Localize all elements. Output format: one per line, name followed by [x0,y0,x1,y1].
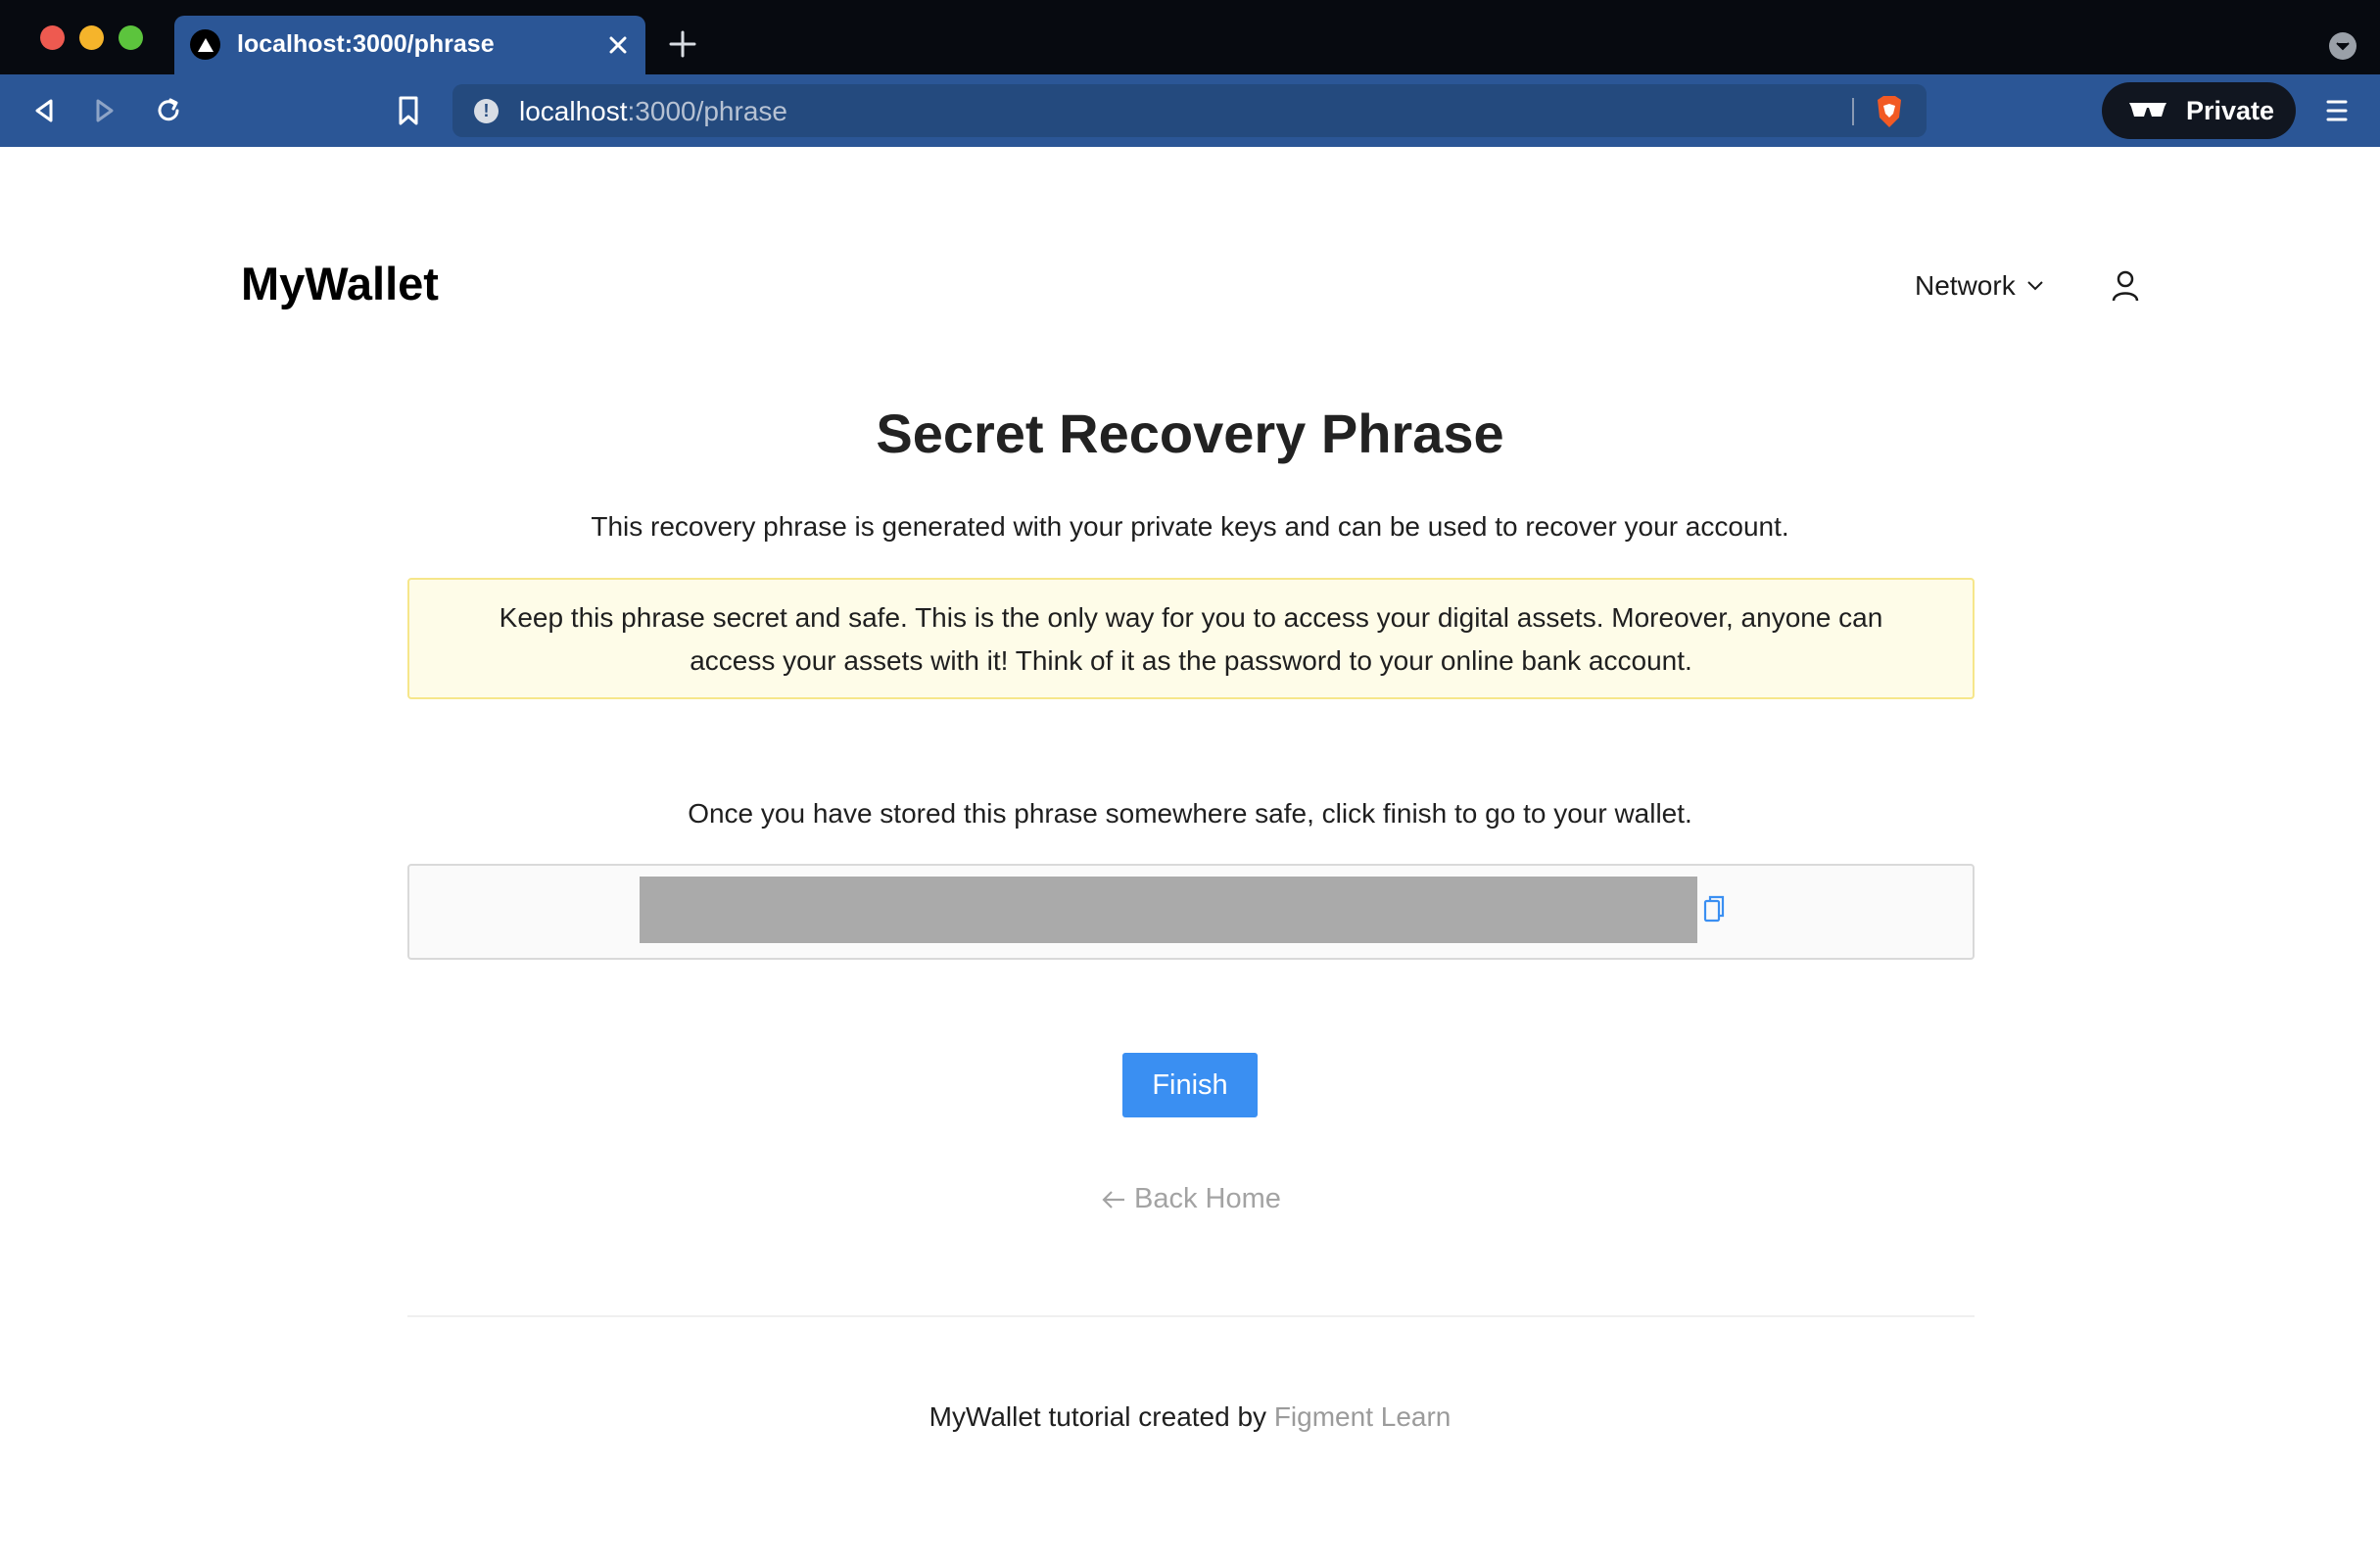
arrow-left-icon [1102,1190,1124,1209]
browser-tab-bar: localhost:3000/phrase [0,0,2380,74]
tab-title: localhost:3000/phrase [237,30,495,58]
back-icon[interactable] [27,94,61,127]
tab-list-chevron-icon[interactable] [2329,32,2356,60]
zoom-window-button[interactable] [119,25,143,50]
triangle-favicon-icon [190,29,220,60]
page-title: Secret Recovery Phrase [876,403,1504,464]
forward-icon[interactable] [88,94,121,127]
footer: MyWallet tutorial created by Figment Lea… [0,1401,2380,1433]
url-path: :3000/phrase [627,96,787,126]
url-text[interactable]: localhost:3000/phrase [519,96,787,127]
menu-icon[interactable] [2325,96,2349,125]
active-tab[interactable]: localhost:3000/phrase [174,16,645,74]
bookmark-icon[interactable] [394,94,423,127]
address-bar[interactable]: ! localhost:3000/phrase [452,84,1927,137]
private-window-badge[interactable]: Private [2102,82,2296,139]
warning-line-1: Keep this phrase secret and safe. This i… [499,602,1883,633]
new-tab-icon[interactable] [668,29,697,59]
figment-learn-link[interactable]: Figment Learn [1274,1401,1452,1432]
warning-alert: Keep this phrase secret and safe. This i… [407,578,1975,699]
back-home-label: Back Home [1134,1183,1281,1214]
footer-text: MyWallet tutorial created by [928,1401,1267,1432]
brave-shield-icon[interactable] [1874,94,1905,129]
close-tab-icon[interactable] [604,31,632,59]
url-separator [1852,98,1854,125]
url-host: localhost [519,96,628,126]
chevron-down-icon [2026,281,2043,291]
reload-icon[interactable] [152,94,185,127]
private-label: Private [2186,96,2275,125]
warning-line-2: access your assets with it! Think of it … [690,645,1692,676]
copy-icon[interactable] [1702,893,1728,925]
info-icon[interactable]: ! [474,99,499,123]
back-home-link[interactable]: Back Home [1101,1183,1281,1215]
network-dropdown[interactable]: Network [1915,270,2045,302]
instruction-text: Once you have stored this phrase somewhe… [688,798,1692,829]
footer-divider [407,1315,1975,1317]
private-glasses-icon [2128,100,2167,121]
network-label: Network [1915,270,2016,301]
minimize-window-button[interactable] [79,25,104,50]
recovery-phrase-box [407,864,1975,960]
finish-button[interactable]: Finish [1122,1053,1258,1117]
close-window-button[interactable] [40,25,65,50]
intro-text: This recovery phrase is generated with y… [591,511,1789,542]
redacted-phrase [640,877,1697,943]
user-account-icon[interactable] [2111,269,2140,303]
browser-toolbar: ! localhost:3000/phrase Private [0,74,2380,147]
brand-logo[interactable]: MyWallet [241,257,439,310]
